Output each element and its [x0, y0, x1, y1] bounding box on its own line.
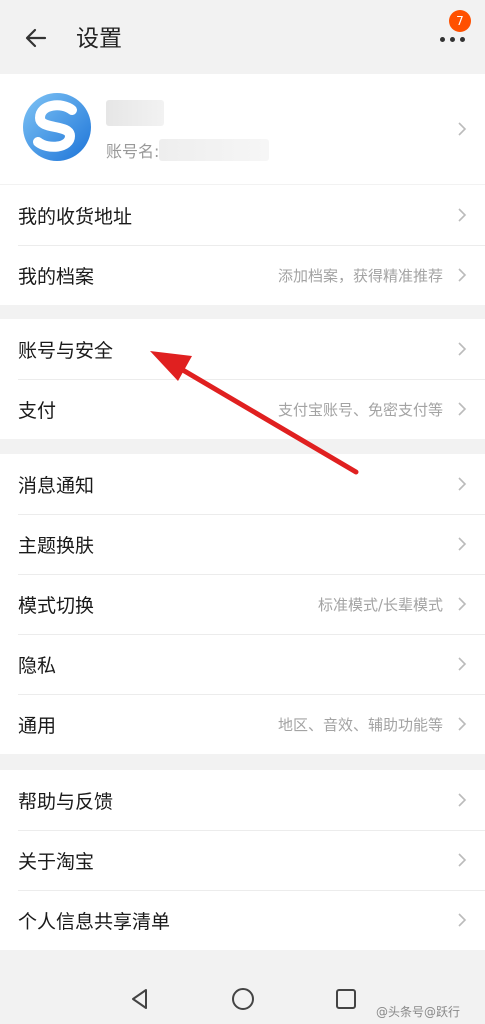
- nav-recents-button[interactable]: [333, 986, 359, 1012]
- row-payment[interactable]: 支付 支付宝账号、免密支付等: [0, 379, 485, 439]
- row-subtitle: 标准模式/长辈模式: [317, 595, 443, 614]
- more-button[interactable]: [436, 28, 470, 52]
- back-button[interactable]: [22, 24, 50, 52]
- chevron-right-icon: [457, 536, 467, 552]
- nav-back-button[interactable]: [127, 986, 153, 1012]
- more-dots-icon: [440, 37, 465, 42]
- chevron-right-icon: [457, 852, 467, 868]
- arrow-left-icon: [25, 28, 47, 48]
- row-label: 关于淘宝: [18, 850, 95, 873]
- nav-home-icon: [232, 988, 254, 1010]
- row-help-feedback[interactable]: 帮助与反馈: [0, 770, 485, 830]
- row-subtitle: 地区、音效、辅助功能等: [277, 715, 443, 734]
- row-label: 帮助与反馈: [18, 790, 114, 813]
- row-theme[interactable]: 主题换肤: [0, 514, 485, 574]
- chevron-right-icon: [457, 207, 467, 223]
- nav-recents-icon: [336, 989, 356, 1009]
- row-profile-archive[interactable]: 我的档案 添加档案，获得精准推荐: [0, 245, 485, 305]
- row-subtitle: 支付宝账号、免密支付等: [277, 400, 443, 419]
- row-label: 我的档案: [18, 265, 95, 288]
- watermark: @头条号@跃行: [376, 1005, 461, 1019]
- row-label: 账号与安全: [18, 339, 114, 362]
- row-label: 消息通知: [18, 474, 95, 497]
- section-help: 帮助与反馈 关于淘宝 个人信息共享清单: [0, 770, 485, 950]
- chevron-right-icon: [457, 596, 467, 612]
- row-notifications[interactable]: 消息通知: [0, 454, 485, 514]
- nav-home-button[interactable]: [230, 986, 256, 1012]
- chevron-right-icon: [457, 401, 467, 417]
- nav-back-icon: [132, 989, 147, 1009]
- row-label: 模式切换: [18, 594, 95, 617]
- chevron-right-icon: [457, 121, 467, 137]
- top-bar: 设置 7: [0, 0, 485, 74]
- row-general[interactable]: 通用 地区、音效、辅助功能等: [0, 694, 485, 754]
- account-name-blurred: [159, 139, 270, 161]
- chevron-right-icon: [457, 656, 467, 672]
- profile-card[interactable]: 账号名:: [0, 74, 485, 184]
- row-label: 主题换肤: [18, 534, 95, 557]
- chevron-right-icon: [457, 267, 467, 283]
- section-address: 我的收货地址 我的档案 添加档案，获得精准推荐: [0, 185, 485, 305]
- row-mode-switch[interactable]: 模式切换 标准模式/长辈模式: [0, 574, 485, 634]
- row-label: 隐私: [18, 654, 57, 677]
- chevron-right-icon: [457, 476, 467, 492]
- row-address[interactable]: 我的收货地址: [0, 185, 485, 245]
- account-label: 账号名:: [106, 142, 160, 161]
- section-account: 账号与安全 支付 支付宝账号、免密支付等: [0, 319, 485, 439]
- username-blurred: [106, 100, 164, 126]
- chevron-right-icon: [457, 912, 467, 928]
- taobao-s-logo: [18, 88, 96, 166]
- chevron-right-icon: [457, 792, 467, 808]
- row-label: 个人信息共享清单: [18, 910, 171, 933]
- chevron-right-icon: [457, 341, 467, 357]
- notification-badge: 7: [449, 10, 471, 32]
- account-name-row: 账号名:: [106, 138, 270, 162]
- row-label: 支付: [18, 399, 57, 422]
- section-general: 消息通知 主题换肤 模式切换 标准模式/长辈模式 隐私 通用 地区、音效、辅助功…: [0, 454, 485, 754]
- row-label: 通用: [18, 714, 57, 737]
- row-account-security[interactable]: 账号与安全: [0, 319, 485, 379]
- avatar: [18, 88, 96, 166]
- row-label: 我的收货地址: [18, 205, 133, 228]
- row-info-sharing-list[interactable]: 个人信息共享清单: [0, 890, 485, 950]
- row-about[interactable]: 关于淘宝: [0, 830, 485, 890]
- chevron-right-icon: [457, 716, 467, 732]
- row-privacy[interactable]: 隐私: [0, 634, 485, 694]
- page-title: 设置: [76, 26, 122, 52]
- row-subtitle: 添加档案，获得精准推荐: [277, 266, 443, 285]
